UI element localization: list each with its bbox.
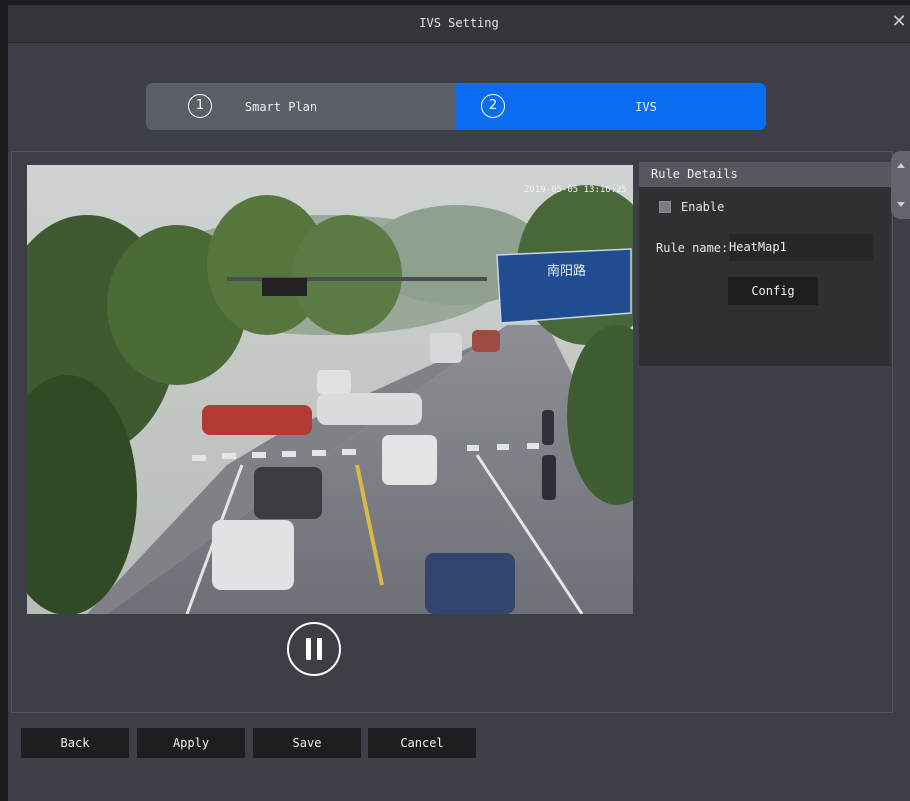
back-button[interactable]: Back [21, 728, 129, 758]
step-number-1: 1 [188, 94, 212, 118]
scroll-up-icon[interactable] [897, 163, 905, 168]
wizard-steps: 1 Smart Plan 2 IVS [146, 83, 766, 130]
config-button[interactable]: Config [728, 277, 818, 305]
video-timestamp: 2019-05-05 13:16:25 [524, 185, 627, 195]
checkbox-icon[interactable] [659, 201, 671, 213]
rule-name-label: Rule name: [656, 241, 729, 255]
traffic-scene-image: 南阳路 2019-05-05 13:16:25 [27, 165, 633, 614]
rule-details-header: Rule Details [639, 162, 891, 187]
enable-label: Enable [681, 200, 725, 214]
title-bar: IVS Setting ✕ [8, 5, 910, 43]
sign-text: 南阳路 [547, 263, 586, 279]
step-number-2: 2 [481, 94, 505, 118]
step-ivs[interactable]: 2 IVS [456, 83, 766, 130]
rule-name-input[interactable]: HeatMap1 [729, 234, 873, 261]
step-label-smart-plan: Smart Plan [244, 99, 318, 114]
close-icon[interactable]: ✕ [888, 11, 910, 33]
pause-icon[interactable] [287, 622, 341, 676]
cancel-button[interactable]: Cancel [368, 728, 476, 758]
window-title: IVS Setting [419, 16, 499, 30]
panel-scrollbar[interactable] [891, 151, 910, 219]
ivs-setting-dialog: IVS Setting ✕ 1 Smart Plan 2 IVS 南阳路 201… [8, 5, 910, 801]
live-video-view[interactable]: 南阳路 2019-05-05 13:16:25 [27, 165, 633, 614]
rule-details-panel: Rule Details Enable Rule name: HeatMap1 … [639, 162, 891, 366]
pause-bar-left [306, 638, 311, 660]
scroll-down-icon[interactable] [897, 202, 905, 207]
step-smart-plan[interactable]: 1 Smart Plan [146, 83, 456, 130]
apply-button[interactable]: Apply [137, 728, 245, 758]
pause-bar-right [317, 638, 322, 660]
enable-checkbox[interactable]: Enable [659, 200, 724, 214]
save-button[interactable]: Save [253, 728, 361, 758]
content-panel: 南阳路 2019-05-05 13:16:25 Rule Details Ena… [11, 151, 893, 713]
step-label-ivs: IVS [635, 99, 657, 114]
